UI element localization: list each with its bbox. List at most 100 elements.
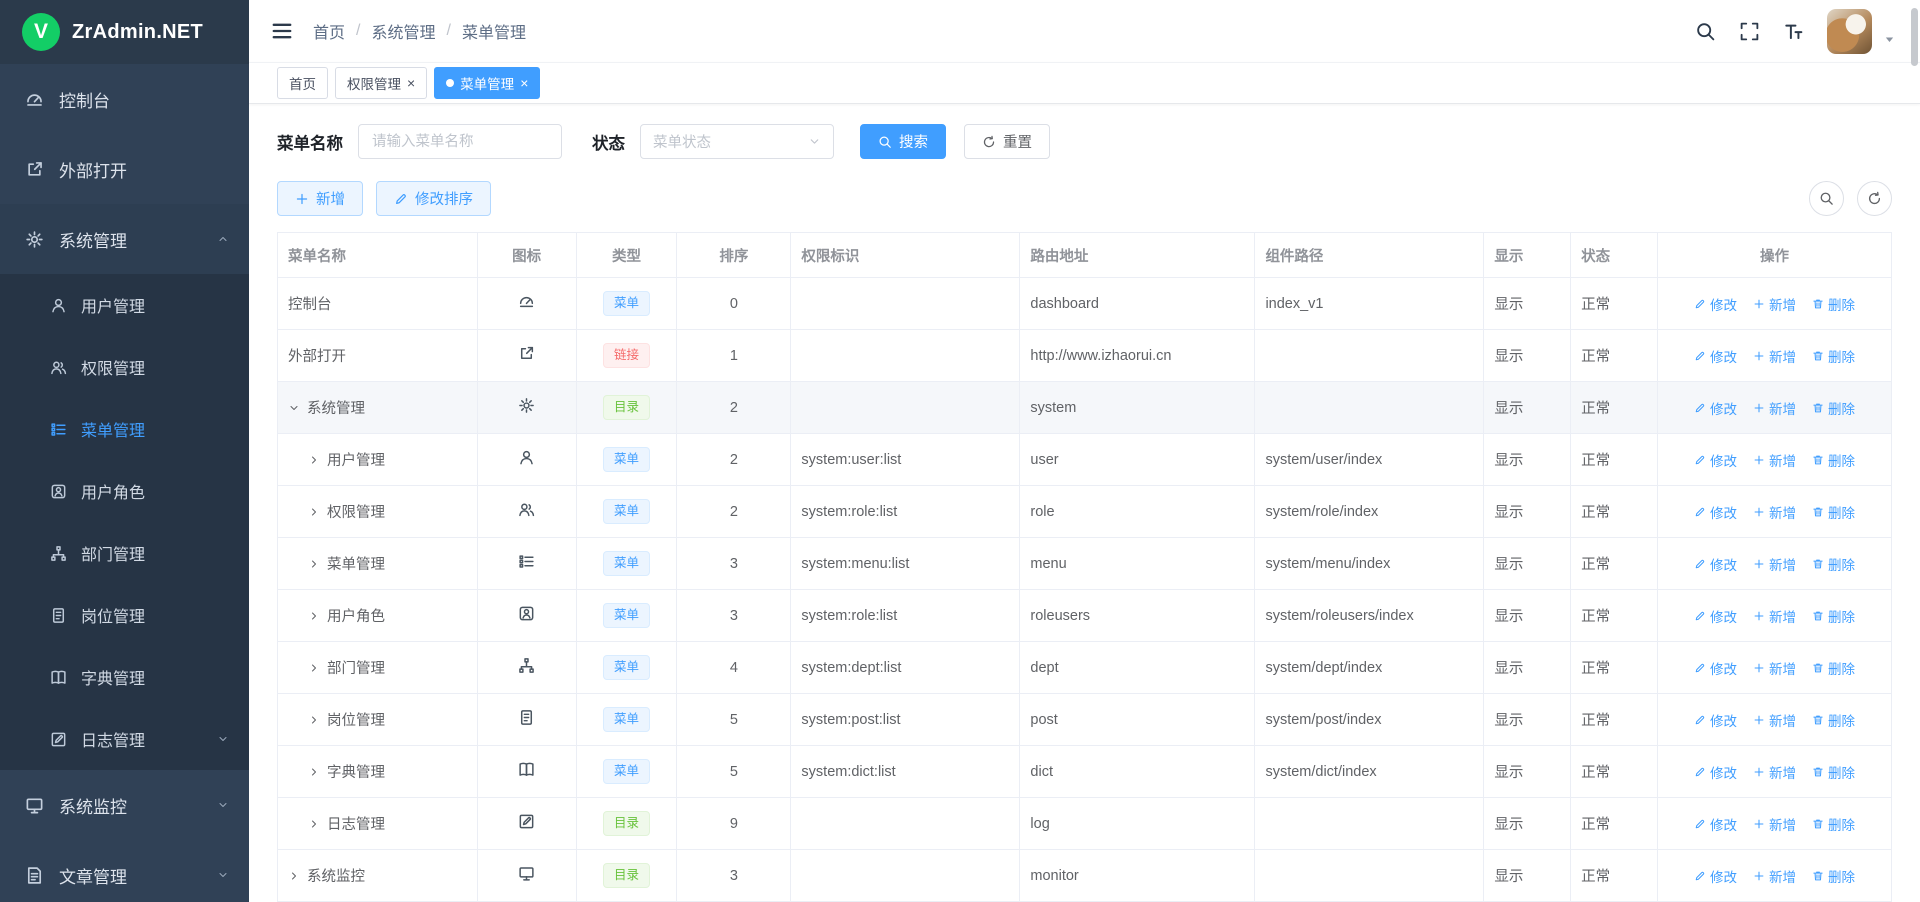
scrollbar[interactable]: [1911, 8, 1918, 66]
table-row[interactable]: 岗位管理菜单5system:post:listpostsystem/post/i…: [278, 694, 1892, 746]
breadcrumb-item[interactable]: 首页: [313, 19, 345, 43]
row-expand-icon[interactable]: [308, 558, 320, 570]
fullscreen-icon[interactable]: [1739, 21, 1760, 42]
row-expand-icon[interactable]: [308, 454, 320, 466]
toggle-search-button[interactable]: [1809, 181, 1844, 216]
sidebar-subitem-dept[interactable]: 部门管理: [0, 522, 249, 584]
tab-role[interactable]: 权限管理×: [335, 67, 427, 99]
row-action-edit[interactable]: 修改: [1694, 606, 1737, 626]
row-action-edit[interactable]: 修改: [1694, 346, 1737, 366]
row-action-delete[interactable]: 删除: [1812, 450, 1855, 470]
sidebar-subitem-roleusers[interactable]: 用户角色: [0, 460, 249, 522]
row-action-add[interactable]: 新增: [1753, 606, 1796, 626]
search-button[interactable]: 搜索: [860, 124, 946, 159]
sidebar-item-system[interactable]: 系统管理: [0, 204, 249, 274]
row-action-add[interactable]: 新增: [1753, 710, 1796, 730]
row-action-delete[interactable]: 删除: [1812, 710, 1855, 730]
table-row[interactable]: 系统管理目录2system显示正常修改新增删除: [278, 382, 1892, 434]
row-action-add[interactable]: 新增: [1753, 346, 1796, 366]
menu-name: 字典管理: [327, 761, 385, 782]
status-select[interactable]: 菜单状态: [640, 124, 834, 159]
row-action-edit[interactable]: 修改: [1694, 866, 1737, 886]
row-action-add[interactable]: 新增: [1753, 814, 1796, 834]
row-action-edit[interactable]: 修改: [1694, 398, 1737, 418]
sidebar-subitem-log[interactable]: 日志管理: [0, 708, 249, 770]
row-expand-icon[interactable]: [308, 766, 320, 778]
search-icon[interactable]: [1695, 21, 1716, 42]
table-row[interactable]: 权限管理菜单2system:role:listrolesystem/role/i…: [278, 486, 1892, 538]
row-action-add[interactable]: 新增: [1753, 502, 1796, 522]
table-row[interactable]: 菜单管理菜单3system:menu:listmenusystem/menu/i…: [278, 538, 1892, 590]
row-expand-icon[interactable]: [288, 402, 300, 414]
row-action-edit[interactable]: 修改: [1694, 554, 1737, 574]
row-action-add[interactable]: 新增: [1753, 450, 1796, 470]
row-action-edit[interactable]: 修改: [1694, 658, 1737, 678]
row-action-edit[interactable]: 修改: [1694, 710, 1737, 730]
sidebar-subitem-dict[interactable]: 字典管理: [0, 646, 249, 708]
row-action-add[interactable]: 新增: [1753, 866, 1796, 886]
close-icon[interactable]: ×: [520, 76, 528, 90]
row-action-delete[interactable]: 删除: [1812, 762, 1855, 782]
sidebar-item-external[interactable]: 外部打开: [0, 134, 249, 204]
row-action-edit[interactable]: 修改: [1694, 814, 1737, 834]
table-row[interactable]: 控制台菜单0dashboardindex_v1显示正常修改新增删除: [278, 278, 1892, 330]
row-action-delete[interactable]: 删除: [1812, 814, 1855, 834]
row-action-edit[interactable]: 修改: [1694, 294, 1737, 314]
modify-sort-button[interactable]: 修改排序: [376, 181, 491, 216]
row-action-edit[interactable]: 修改: [1694, 450, 1737, 470]
breadcrumb-item[interactable]: 菜单管理: [462, 19, 526, 43]
row-action-delete[interactable]: 删除: [1812, 398, 1855, 418]
row-expand-icon[interactable]: [288, 870, 300, 882]
row-action-edit[interactable]: 修改: [1694, 762, 1737, 782]
row-action-delete[interactable]: 删除: [1812, 658, 1855, 678]
sidebar-subitem-user[interactable]: 用户管理: [0, 274, 249, 336]
row-action-delete[interactable]: 删除: [1812, 554, 1855, 574]
table-row[interactable]: 字典管理菜单5system:dict:listdictsystem/dict/i…: [278, 746, 1892, 798]
row-action-delete[interactable]: 删除: [1812, 866, 1855, 886]
table-row[interactable]: 用户管理菜单2system:user:listusersystem/user/i…: [278, 434, 1892, 486]
table-row[interactable]: 部门管理菜单4system:dept:listdeptsystem/dept/i…: [278, 642, 1892, 694]
row-expand-icon[interactable]: [308, 610, 320, 622]
reset-button[interactable]: 重置: [964, 124, 1050, 159]
cell-status: 正常: [1571, 486, 1658, 538]
row-action-delete[interactable]: 删除: [1812, 346, 1855, 366]
cell-icon: [477, 330, 576, 382]
avatar[interactable]: [1827, 9, 1872, 54]
refresh-table-button[interactable]: [1857, 181, 1892, 216]
row-action-label: 新增: [1769, 346, 1796, 366]
row-action-edit[interactable]: 修改: [1694, 502, 1737, 522]
row-action-add[interactable]: 新增: [1753, 762, 1796, 782]
table-row[interactable]: 外部打开链接1http://www.izhaorui.cn显示正常修改新增删除: [278, 330, 1892, 382]
close-icon[interactable]: ×: [407, 76, 415, 90]
row-action-add[interactable]: 新增: [1753, 294, 1796, 314]
row-expand-icon[interactable]: [308, 714, 320, 726]
breadcrumb-item[interactable]: 系统管理: [371, 19, 435, 43]
sidebar-subitem-menu[interactable]: 菜单管理: [0, 398, 249, 460]
table-row[interactable]: 用户角色菜单3system:role:listroleuserssystem/r…: [278, 590, 1892, 642]
row-action-add[interactable]: 新增: [1753, 398, 1796, 418]
row-action-add[interactable]: 新增: [1753, 658, 1796, 678]
row-action-delete[interactable]: 删除: [1812, 294, 1855, 314]
row-expand-icon[interactable]: [308, 662, 320, 674]
sidebar-item-article[interactable]: 文章管理: [0, 840, 249, 902]
row-action-delete[interactable]: 删除: [1812, 502, 1855, 522]
tab-menu[interactable]: 菜单管理×: [434, 67, 540, 99]
app-logo[interactable]: V ZrAdmin.NET: [0, 0, 249, 64]
add-button[interactable]: 新增: [277, 181, 363, 216]
row-expand-icon[interactable]: [308, 506, 320, 518]
row-action-add[interactable]: 新增: [1753, 554, 1796, 574]
sidebar-subitem-post[interactable]: 岗位管理: [0, 584, 249, 646]
menu-name-input[interactable]: [358, 124, 562, 159]
tab-home[interactable]: 首页: [277, 67, 328, 99]
sidebar-subitem-role[interactable]: 权限管理: [0, 336, 249, 398]
table-row[interactable]: 日志管理目录9log显示正常修改新增删除: [278, 798, 1892, 850]
row-action-delete[interactable]: 删除: [1812, 606, 1855, 626]
hamburger-icon[interactable]: [271, 20, 293, 42]
sidebar-item-monitor[interactable]: 系统监控: [0, 770, 249, 840]
row-expand-icon[interactable]: [308, 818, 320, 830]
sidebar-item-dashboard[interactable]: 控制台: [0, 64, 249, 134]
caret-down-icon[interactable]: [1883, 33, 1896, 49]
table-row[interactable]: 系统监控目录3monitor显示正常修改新增删除: [278, 850, 1892, 902]
cell-perm: [791, 382, 1020, 434]
font-size-icon[interactable]: [1783, 21, 1804, 42]
